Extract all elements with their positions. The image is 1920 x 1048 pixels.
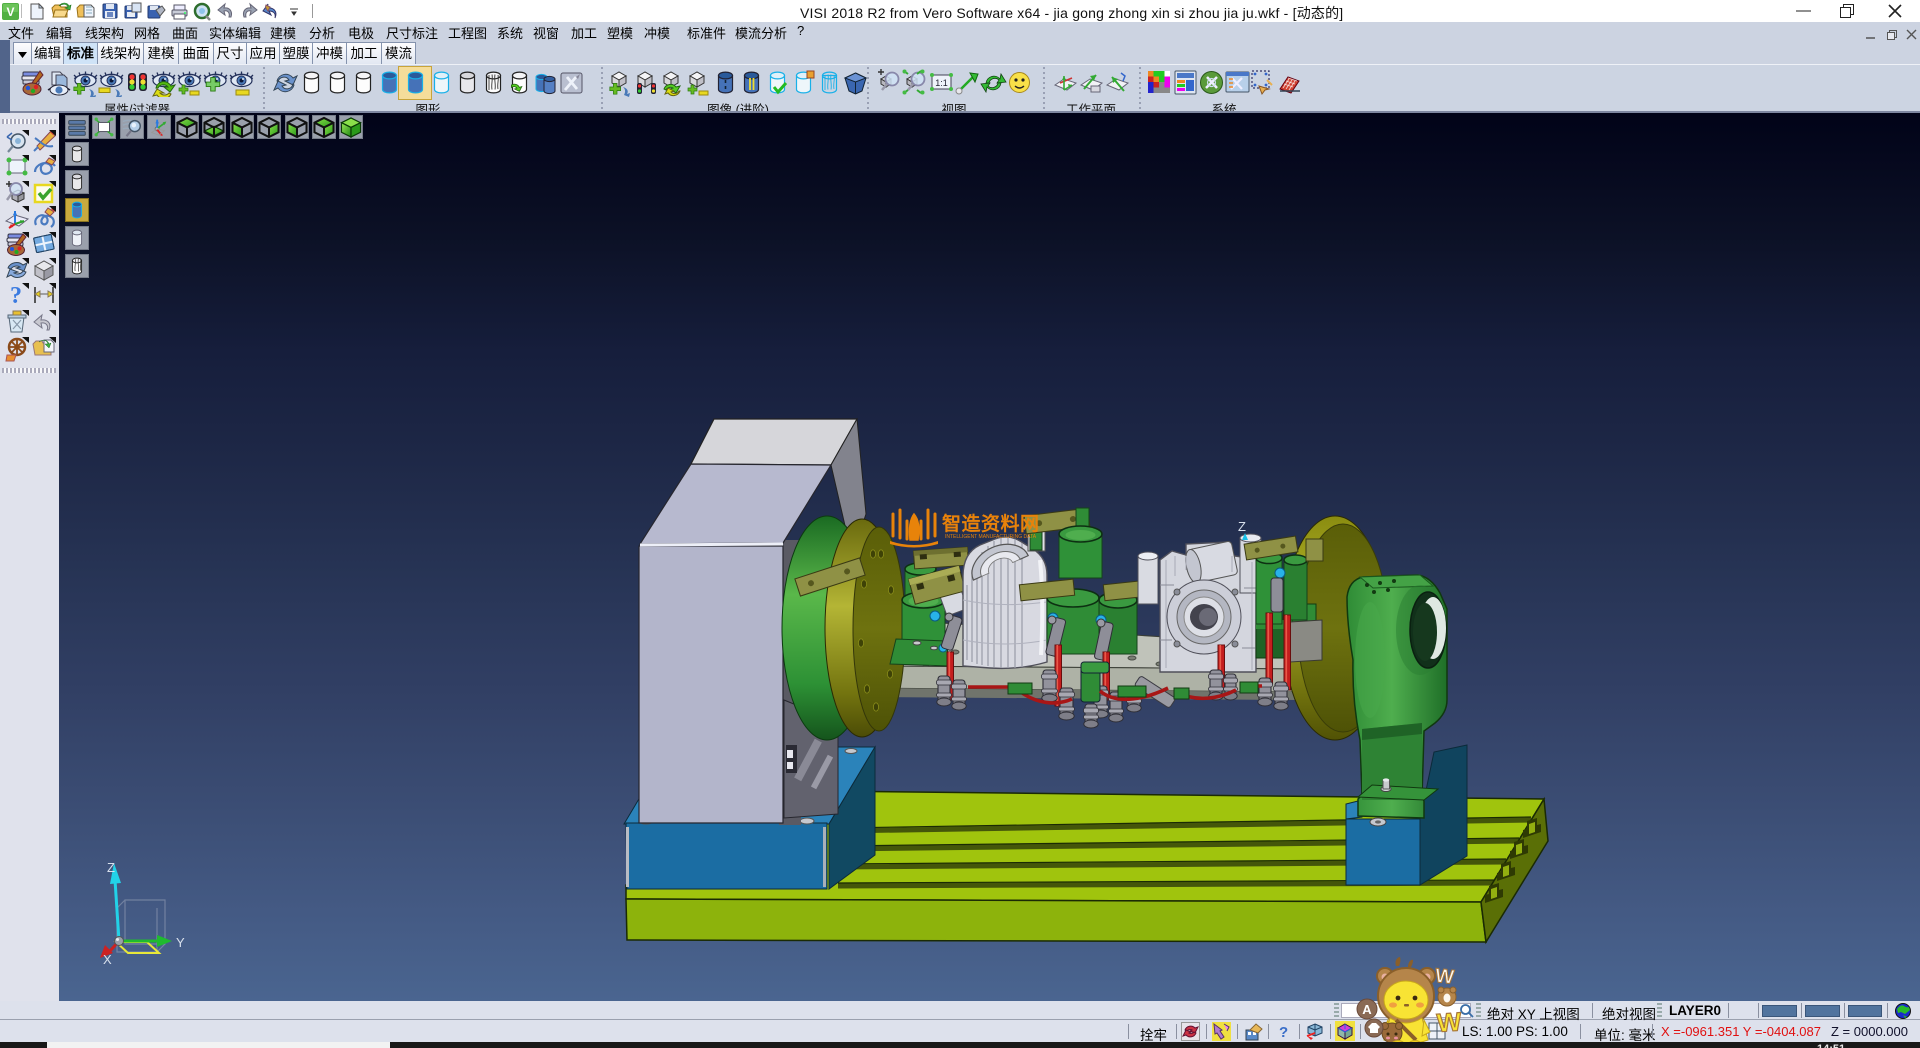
svg-text:Z: Z — [1238, 519, 1246, 534]
svg-text:Z: Z — [107, 860, 115, 875]
svg-text:INTELLIGENT MANUFACTURING DATA: INTELLIGENT MANUFACTURING DATA — [945, 534, 1037, 540]
svg-text:1:1: 1:1 — [935, 78, 948, 88]
svg-text:W: W — [1436, 1006, 1463, 1038]
svg-text:A: A — [1362, 1002, 1372, 1017]
svg-text:Y: Y — [176, 935, 185, 950]
svg-text:X: X — [103, 952, 112, 967]
svg-text:智造资料网: 智造资料网 — [942, 512, 1040, 535]
svg-text:?: ? — [10, 283, 22, 308]
svg-text:W: W — [1434, 965, 1455, 989]
svg-text:V: V — [6, 5, 14, 19]
